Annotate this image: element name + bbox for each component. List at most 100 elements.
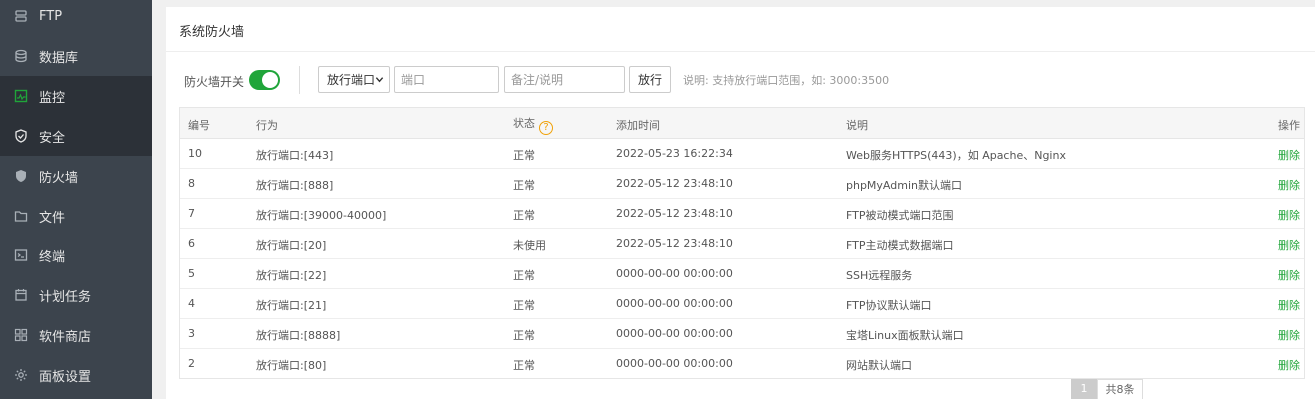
cell-id: 3	[188, 327, 195, 340]
sidebar-item-firewall[interactable]: 防火墙	[0, 156, 152, 196]
cell-status: 正常	[513, 359, 535, 372]
cell-time: 0000-00-00 00:00:00	[616, 357, 733, 370]
cell-id: 6	[188, 237, 195, 250]
sidebar-item-label: 数据库	[39, 50, 79, 66]
help-icon[interactable]: ?	[539, 120, 553, 135]
sidebar-item-settings[interactable]: 面板设置	[0, 355, 152, 395]
cell-desc: FTP被动模式端口范围	[846, 209, 954, 222]
table-row: 4 放行端口:[21] 正常 0000-00-00 00:00:00 FTP协议…	[180, 289, 1304, 319]
col-status: 状态?	[513, 115, 553, 135]
toggle-knob	[262, 72, 278, 88]
cell-desc: Web服务HTTPS(443)，如 Apache、Nginx	[846, 149, 1066, 162]
page-title: 系统防火墙	[179, 25, 245, 40]
sidebar-item-label: 监控	[39, 90, 66, 106]
table-row: 3 放行端口:[8888] 正常 0000-00-00 00:00:00 宝塔L…	[180, 319, 1304, 349]
cell-action: 放行端口:[888]	[256, 179, 334, 192]
cell-id: 2	[188, 357, 195, 370]
sidebar-item-security[interactable]: 安全	[0, 116, 152, 156]
terminal-icon	[14, 248, 28, 262]
sidebar-item-database[interactable]: 数据库	[0, 36, 152, 76]
col-status-label: 状态	[513, 117, 535, 130]
divider	[299, 66, 300, 94]
col-time: 添加时间	[616, 119, 660, 132]
rule-type-select[interactable]: 放行端口	[318, 66, 390, 93]
server-icon	[14, 9, 28, 23]
cell-id: 10	[188, 147, 202, 160]
pagination-total: 共8条	[1097, 379, 1143, 399]
delete-link[interactable]: 删除	[1278, 267, 1300, 283]
cell-status: 正常	[513, 179, 535, 192]
cell-id: 4	[188, 297, 195, 310]
cell-desc: phpMyAdmin默认端口	[846, 179, 962, 192]
delete-link[interactable]: 删除	[1278, 177, 1300, 193]
hint-text: 说明: 支持放行端口范围，如: 3000:3500	[683, 74, 890, 87]
sidebar-item-label: 文件	[39, 210, 66, 226]
cell-id: 5	[188, 267, 195, 280]
select-value: 放行端口	[327, 73, 376, 87]
sidebar-item-terminal[interactable]: 终端	[0, 235, 152, 275]
divider	[166, 51, 1315, 52]
table-row: 2 放行端口:[80] 正常 0000-00-00 00:00:00 网站默认端…	[180, 349, 1304, 379]
database-icon	[14, 49, 28, 63]
calendar-icon	[14, 288, 28, 302]
sidebar-item-store[interactable]: 软件商店	[0, 315, 152, 355]
cell-time: 2022-05-12 23:48:10	[616, 207, 733, 220]
col-op: 操作	[1278, 119, 1300, 132]
cell-desc: FTP主动模式数据端口	[846, 239, 954, 252]
cell-action: 放行端口:[21]	[256, 299, 327, 312]
cell-desc: FTP协议默认端口	[846, 299, 932, 312]
cell-action: 放行端口:[80]	[256, 359, 327, 372]
delete-link[interactable]: 删除	[1278, 207, 1300, 223]
note-input[interactable]	[504, 66, 625, 93]
cell-time: 0000-00-00 00:00:00	[616, 267, 733, 280]
cell-desc: SSH远程服务	[846, 269, 913, 282]
cell-time: 2022-05-23 16:22:34	[616, 147, 733, 160]
cell-action: 放行端口:[20]	[256, 239, 327, 252]
cell-time: 2022-05-12 23:48:10	[616, 237, 733, 250]
shield-icon	[14, 169, 28, 183]
delete-link[interactable]: 删除	[1278, 297, 1300, 313]
cell-time: 2022-05-12 23:48:10	[616, 177, 733, 190]
firewall-switch-label: 防火墙开关	[184, 75, 245, 89]
sidebar-item-files[interactable]: 文件	[0, 196, 152, 236]
table-row: 10 放行端口:[443] 正常 2022-05-23 16:22:34 Web…	[180, 139, 1304, 169]
sidebar: FTP 数据库 监控 安全 防火墙 文件 终端 计划任务 软件商店 面板设置	[0, 0, 152, 399]
cell-status: 正常	[513, 269, 535, 282]
cell-action: 放行端口:[443]	[256, 149, 334, 162]
chevron-down-icon	[375, 77, 384, 83]
cell-time: 0000-00-00 00:00:00	[616, 327, 733, 340]
firewall-toggle[interactable]	[249, 70, 280, 90]
sidebar-item-label: 防火墙	[39, 170, 79, 186]
cell-action: 放行端口:[8888]	[256, 329, 341, 342]
shield-check-icon	[14, 129, 28, 143]
cell-status: 正常	[513, 329, 535, 342]
cell-action: 放行端口:[22]	[256, 269, 327, 282]
pagination-current-page[interactable]: 1	[1071, 379, 1097, 399]
table-row: 5 放行端口:[22] 正常 0000-00-00 00:00:00 SSH远程…	[180, 259, 1304, 289]
sidebar-item-ftp[interactable]: FTP	[0, 0, 152, 36]
allow-port-button[interactable]: 放行	[629, 66, 671, 93]
col-action: 行为	[256, 119, 278, 132]
firewall-panel: 系统防火墙 防火墙开关 放行端口 放行 说明: 支持放行端口范围，如: 3000…	[166, 7, 1315, 399]
sidebar-item-label: FTP	[39, 8, 63, 24]
grid-icon	[14, 328, 28, 342]
cell-time: 0000-00-00 00:00:00	[616, 297, 733, 310]
cell-status: 正常	[513, 209, 535, 222]
sidebar-item-label: 计划任务	[39, 289, 92, 305]
firewall-rules-table: 编号 行为 状态? 添加时间 说明 操作 10 放行端口:[443] 正常 20…	[179, 107, 1305, 379]
delete-link[interactable]: 删除	[1278, 147, 1300, 163]
sidebar-item-cron[interactable]: 计划任务	[0, 275, 152, 315]
cell-desc: 宝塔Linux面板默认端口	[846, 329, 964, 342]
delete-link[interactable]: 删除	[1278, 357, 1300, 373]
cell-desc: 网站默认端口	[846, 359, 912, 372]
cell-status: 正常	[513, 149, 535, 162]
delete-link[interactable]: 删除	[1278, 327, 1300, 343]
port-input[interactable]	[394, 66, 499, 93]
delete-link[interactable]: 删除	[1278, 237, 1300, 253]
cell-id: 8	[188, 177, 195, 190]
folder-icon	[14, 209, 28, 223]
col-id: 编号	[188, 119, 210, 132]
sidebar-item-monitor[interactable]: 监控	[0, 76, 152, 116]
monitor-icon	[14, 89, 28, 103]
table-header: 编号 行为 状态? 添加时间 说明 操作	[180, 108, 1304, 139]
